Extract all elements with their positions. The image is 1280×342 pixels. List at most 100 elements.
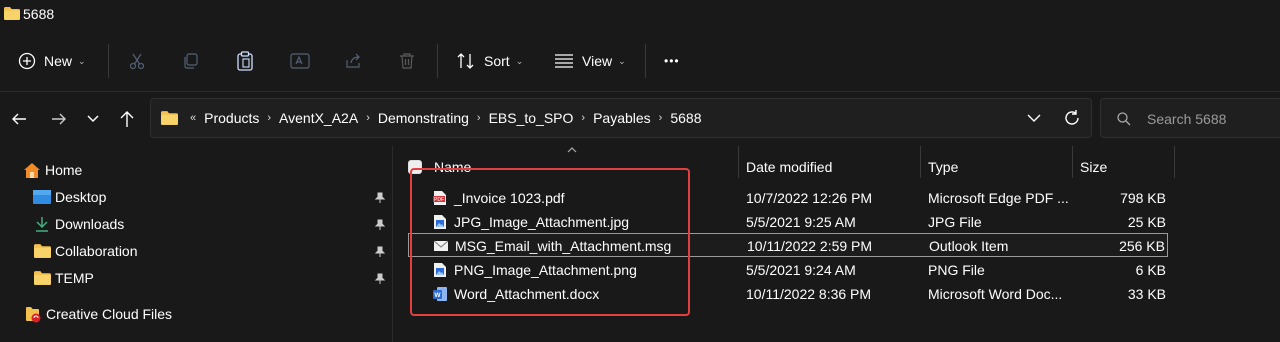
file-name: PNG_Image_Attachment.png: [454, 262, 637, 278]
file-type: Microsoft Edge PDF ...: [928, 190, 1069, 206]
sidebar-item-temp[interactable]: TEMP: [33, 266, 94, 290]
breadcrumb-item[interactable]: AventX_A2A: [274, 110, 363, 126]
file-date: 5/5/2021 9:24 AM: [746, 262, 856, 278]
address-bar[interactable]: « Products › AventX_A2A › Demonstrating …: [150, 98, 1092, 138]
sidebar-item-home[interactable]: Home: [23, 158, 82, 182]
image-file-icon: [434, 263, 446, 277]
sort-label: Sort: [484, 53, 510, 69]
file-type: Outlook Item: [929, 238, 1009, 254]
sidebar-item-label: Collaboration: [55, 243, 138, 259]
table-row[interactable]: JPG_Image_Attachment.jpg 5/5/2021 9:25 A…: [408, 210, 1168, 234]
chevron-down-icon: ⌄: [618, 55, 626, 66]
select-all-checkbox[interactable]: [408, 160, 422, 174]
file-date: 10/11/2022 8:36 PM: [746, 286, 872, 302]
search-input[interactable]: Search 5688: [1100, 98, 1280, 138]
pin-icon[interactable]: [374, 273, 386, 285]
chevron-right-icon[interactable]: ›: [264, 112, 274, 124]
command-bar: New ⌄ Sort ⌄ View ⌄ •••: [0, 30, 1280, 92]
paste-button[interactable]: [236, 48, 254, 74]
breadcrumb-item[interactable]: Payables: [588, 110, 656, 126]
sort-button[interactable]: Sort ⌄: [456, 48, 523, 74]
sidebar-item-collaboration[interactable]: Collaboration: [33, 239, 138, 263]
table-row[interactable]: W Word_Attachment.docx 10/11/2022 8:36 P…: [408, 282, 1168, 306]
toolbar-divider: [108, 44, 109, 78]
new-label: New: [44, 53, 73, 69]
arrow-left-icon: [12, 113, 26, 125]
chevron-down-icon: ⌄: [515, 55, 524, 66]
file-size: 6 KB: [1135, 262, 1166, 278]
column-header-date[interactable]: Date modified: [746, 152, 832, 182]
back-button[interactable]: [8, 108, 30, 130]
forward-button[interactable]: [48, 108, 70, 130]
column-label: Date modified: [746, 159, 833, 175]
desktop-icon: [33, 188, 51, 206]
folder-icon: [4, 7, 20, 20]
more-options-button[interactable]: •••: [664, 48, 680, 74]
column-header-type[interactable]: Type: [928, 152, 958, 182]
breadcrumb-item[interactable]: EBS_to_SPO: [484, 110, 579, 126]
copy-icon: [184, 53, 198, 69]
sort-ascending-icon: [567, 147, 577, 153]
folder-icon: [33, 242, 51, 260]
clipboard-icon: [237, 51, 253, 71]
window-title: 5688: [23, 6, 55, 22]
sidebar-item-downloads[interactable]: Downloads: [33, 212, 124, 236]
table-row[interactable]: PDF _Invoice 1023.pdf 10/7/2022 12:26 PM…: [408, 186, 1168, 210]
download-icon: [33, 215, 51, 233]
file-type: Microsoft Word Doc...: [928, 286, 1063, 302]
column-header-name[interactable]: Name: [408, 152, 471, 182]
folder-icon: [33, 269, 51, 287]
copy-button[interactable]: [182, 48, 200, 74]
pin-icon[interactable]: [374, 219, 386, 231]
address-row: « Products › AventX_A2A › Demonstrating …: [0, 92, 1280, 146]
view-button[interactable]: View ⌄: [554, 48, 626, 74]
toolbar-divider: [437, 44, 438, 78]
column-divider[interactable]: [920, 146, 921, 178]
cut-button[interactable]: [128, 48, 146, 74]
file-size: 256 KB: [1119, 238, 1165, 254]
word-doc-icon: W: [433, 287, 447, 301]
column-divider[interactable]: [1174, 146, 1175, 178]
breadcrumb-item[interactable]: 5688: [665, 110, 706, 126]
sidebar-item-label: Home: [45, 162, 83, 178]
title-bar: 5688: [0, 0, 1280, 30]
chevron-right-icon[interactable]: ›: [578, 112, 588, 124]
breadcrumb-item[interactable]: Products: [199, 110, 264, 126]
chevron-right-icon[interactable]: ›: [363, 112, 373, 124]
refresh-icon[interactable]: [1063, 109, 1081, 127]
rename-button[interactable]: [290, 48, 310, 74]
recent-locations-button[interactable]: [82, 108, 104, 130]
column-divider[interactable]: [738, 146, 739, 178]
sidebar-item-label: Desktop: [55, 189, 107, 205]
share-button[interactable]: [344, 48, 362, 74]
pin-icon[interactable]: [374, 192, 386, 204]
arrow-up-icon: [120, 111, 134, 127]
svg-text:PDF: PDF: [434, 197, 444, 203]
table-row[interactable]: MSG_Email_with_Attachment.msg 10/11/2022…: [408, 233, 1168, 257]
chevron-right-icon[interactable]: ›: [656, 112, 666, 124]
sidebar-item-desktop[interactable]: Desktop: [33, 185, 106, 209]
address-history-chevron-icon[interactable]: [1027, 113, 1041, 123]
table-row[interactable]: PNG_Image_Attachment.png 5/5/2021 9:24 A…: [408, 258, 1168, 282]
home-icon: [23, 161, 41, 179]
column-divider[interactable]: [1072, 146, 1073, 178]
sidebar-item-label: TEMP: [55, 270, 94, 286]
search-icon: [1117, 112, 1131, 126]
chevron-right-icon[interactable]: ›: [474, 112, 484, 124]
sidebar-item-label: Creative Cloud Files: [46, 306, 173, 322]
column-header-size[interactable]: Size: [1080, 152, 1107, 182]
new-button[interactable]: New ⌄: [18, 48, 86, 74]
up-button[interactable]: [116, 108, 138, 130]
file-type: PNG File: [928, 262, 985, 278]
pdf-icon: PDF: [433, 191, 446, 205]
file-date: 10/11/2022 2:59 PM: [747, 238, 873, 254]
folder-icon: [161, 111, 178, 125]
breadcrumb: « Products › AventX_A2A › Demonstrating …: [187, 99, 707, 137]
breadcrumb-overflow[interactable]: «: [187, 112, 199, 124]
delete-button[interactable]: [398, 48, 416, 74]
file-date: 10/7/2022 12:26 PM: [746, 190, 873, 206]
breadcrumb-item[interactable]: Demonstrating: [373, 110, 474, 126]
file-name: JPG_Image_Attachment.jpg: [454, 214, 630, 230]
sidebar-item-creative-cloud[interactable]: Creative Cloud Files: [24, 302, 172, 326]
pin-icon[interactable]: [374, 246, 386, 258]
